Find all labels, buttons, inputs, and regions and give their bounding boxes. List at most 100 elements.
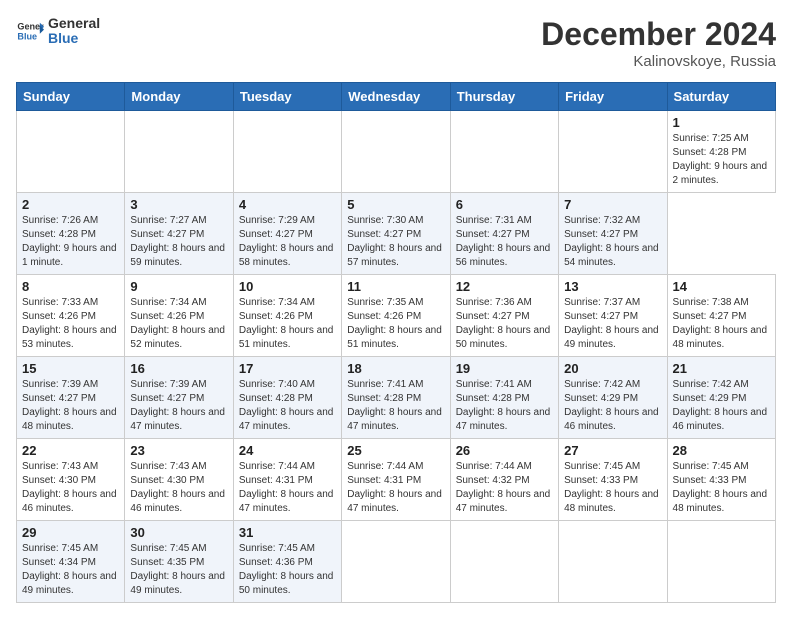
calendar-cell: 8 Sunrise: 7:33 AMSunset: 4:26 PMDaylight… (17, 275, 125, 357)
calendar-cell (17, 111, 125, 193)
month-title: December 2024 (541, 16, 776, 53)
day-number: 2 (22, 197, 119, 212)
calendar-cell: 13 Sunrise: 7:37 AMSunset: 4:27 PMDayligh… (559, 275, 667, 357)
calendar-cell: 31 Sunrise: 7:45 AMSunset: 4:36 PMDayligh… (233, 521, 341, 603)
day-info: Sunrise: 7:44 AMSunset: 4:31 PMDaylight:… (347, 460, 444, 516)
day-number: 16 (130, 361, 227, 376)
day-info: Sunrise: 7:37 AMSunset: 4:27 PMDaylight:… (564, 296, 661, 352)
day-number: 8 (22, 279, 119, 294)
calendar-cell: 1 Sunrise: 7:25 AMSunset: 4:28 PMDaylight… (667, 111, 775, 193)
day-number: 29 (22, 525, 119, 540)
calendar-table: SundayMondayTuesdayWednesdayThursdayFrid… (16, 82, 776, 603)
calendar-cell: 18 Sunrise: 7:41 AMSunset: 4:28 PMDayligh… (342, 357, 450, 439)
day-info: Sunrise: 7:45 AMSunset: 4:33 PMDaylight:… (673, 460, 770, 516)
day-number: 30 (130, 525, 227, 540)
day-info: Sunrise: 7:33 AMSunset: 4:26 PMDaylight:… (22, 296, 119, 352)
calendar-cell: 28Sunrise: 7:45 AMSunset: 4:33 PMDayligh… (667, 439, 775, 521)
day-info: Sunrise: 7:45 AMSunset: 4:33 PMDaylight:… (564, 460, 661, 516)
day-info: Sunrise: 7:25 AMSunset: 4:28 PMDaylight:… (673, 132, 770, 188)
day-number: 4 (239, 197, 336, 212)
calendar-week-row: 15 Sunrise: 7:39 AMSunset: 4:27 PMDayligh… (17, 357, 776, 439)
day-info: Sunrise: 7:42 AMSunset: 4:29 PMDaylight:… (564, 378, 661, 434)
calendar-cell: 21Sunrise: 7:42 AMSunset: 4:29 PMDayligh… (667, 357, 775, 439)
calendar-week-row: 22Sunrise: 7:43 AMSunset: 4:30 PMDayligh… (17, 439, 776, 521)
day-info: Sunrise: 7:44 AMSunset: 4:32 PMDaylight:… (456, 460, 553, 516)
day-number: 18 (347, 361, 444, 376)
day-info: Sunrise: 7:36 AMSunset: 4:27 PMDaylight:… (456, 296, 553, 352)
calendar-cell: 26Sunrise: 7:44 AMSunset: 4:32 PMDayligh… (450, 439, 558, 521)
calendar-cell: 16Sunrise: 7:39 AMSunset: 4:27 PMDayligh… (125, 357, 233, 439)
day-info: Sunrise: 7:45 AMSunset: 4:36 PMDaylight:… (239, 542, 336, 598)
day-number: 24 (239, 443, 336, 458)
day-info: Sunrise: 7:27 AMSunset: 4:27 PMDaylight:… (130, 214, 227, 270)
day-number: 5 (347, 197, 444, 212)
day-number: 9 (130, 279, 227, 294)
logo: General Blue General Blue (16, 16, 100, 47)
logo-line2: Blue (48, 31, 100, 46)
day-number: 13 (564, 279, 661, 294)
day-number: 10 (239, 279, 336, 294)
day-number: 7 (564, 197, 661, 212)
calendar-cell: 11Sunrise: 7:35 AMSunset: 4:26 PMDayligh… (342, 275, 450, 357)
weekday-header-cell: Monday (125, 83, 233, 111)
calendar-cell (125, 111, 233, 193)
calendar-body: 1 Sunrise: 7:25 AMSunset: 4:28 PMDaylight… (17, 111, 776, 603)
calendar-cell: 2 Sunrise: 7:26 AMSunset: 4:28 PMDaylight… (17, 193, 125, 275)
calendar-cell: 7Sunrise: 7:32 AMSunset: 4:27 PMDaylight… (559, 193, 667, 275)
day-info: Sunrise: 7:41 AMSunset: 4:28 PMDaylight:… (456, 378, 553, 434)
day-info: Sunrise: 7:39 AMSunset: 4:27 PMDaylight:… (22, 378, 119, 434)
day-number: 25 (347, 443, 444, 458)
day-number: 27 (564, 443, 661, 458)
calendar-cell: 14Sunrise: 7:38 AMSunset: 4:27 PMDayligh… (667, 275, 775, 357)
day-number: 21 (673, 361, 770, 376)
day-info: Sunrise: 7:26 AMSunset: 4:28 PMDaylight:… (22, 214, 119, 270)
day-number: 15 (22, 361, 119, 376)
calendar-cell: 9Sunrise: 7:34 AMSunset: 4:26 PMDaylight… (125, 275, 233, 357)
day-number: 1 (673, 115, 770, 130)
day-number: 19 (456, 361, 553, 376)
calendar-cell: 10Sunrise: 7:34 AMSunset: 4:26 PMDayligh… (233, 275, 341, 357)
day-number: 23 (130, 443, 227, 458)
day-info: Sunrise: 7:43 AMSunset: 4:30 PMDaylight:… (130, 460, 227, 516)
calendar-cell: 24Sunrise: 7:44 AMSunset: 4:31 PMDayligh… (233, 439, 341, 521)
calendar-cell (233, 111, 341, 193)
weekday-header-cell: Sunday (17, 83, 125, 111)
title-block: December 2024 Kalinovskoye, Russia (541, 16, 776, 70)
weekday-header-cell: Saturday (667, 83, 775, 111)
weekday-header-cell: Thursday (450, 83, 558, 111)
calendar-cell: 17 Sunrise: 7:40 AMSunset: 4:28 PMDayligh… (233, 357, 341, 439)
calendar-week-row: 1 Sunrise: 7:25 AMSunset: 4:28 PMDaylight… (17, 111, 776, 193)
calendar-cell: 4Sunrise: 7:29 AMSunset: 4:27 PMDaylight… (233, 193, 341, 275)
svg-text:Blue: Blue (17, 32, 37, 42)
calendar-cell: 5 Sunrise: 7:30 AMSunset: 4:27 PMDaylight… (342, 193, 450, 275)
day-info: Sunrise: 7:38 AMSunset: 4:27 PMDaylight:… (673, 296, 770, 352)
day-number: 31 (239, 525, 336, 540)
calendar-cell: 25 Sunrise: 7:44 AMSunset: 4:31 PMDayligh… (342, 439, 450, 521)
location-label: Kalinovskoye, Russia (541, 53, 776, 70)
calendar-cell: 23 Sunrise: 7:43 AMSunset: 4:30 PMDayligh… (125, 439, 233, 521)
day-info: Sunrise: 7:45 AMSunset: 4:35 PMDaylight:… (130, 542, 227, 598)
calendar-cell: 29Sunrise: 7:45 AMSunset: 4:34 PMDayligh… (17, 521, 125, 603)
day-info: Sunrise: 7:40 AMSunset: 4:28 PMDaylight:… (239, 378, 336, 434)
calendar-cell (342, 111, 450, 193)
day-info: Sunrise: 7:35 AMSunset: 4:26 PMDaylight:… (347, 296, 444, 352)
calendar-cell: 20 Sunrise: 7:42 AMSunset: 4:29 PMDayligh… (559, 357, 667, 439)
calendar-cell: 12 Sunrise: 7:36 AMSunset: 4:27 PMDayligh… (450, 275, 558, 357)
weekday-header-cell: Tuesday (233, 83, 341, 111)
calendar-week-row: 8 Sunrise: 7:33 AMSunset: 4:26 PMDaylight… (17, 275, 776, 357)
calendar-cell (450, 521, 558, 603)
weekday-header-cell: Wednesday (342, 83, 450, 111)
calendar-cell (450, 111, 558, 193)
calendar-week-row: 2 Sunrise: 7:26 AMSunset: 4:28 PMDaylight… (17, 193, 776, 275)
calendar-cell: 30 Sunrise: 7:45 AMSunset: 4:35 PMDayligh… (125, 521, 233, 603)
day-number: 6 (456, 197, 553, 212)
day-info: Sunrise: 7:41 AMSunset: 4:28 PMDaylight:… (347, 378, 444, 434)
day-number: 17 (239, 361, 336, 376)
day-number: 20 (564, 361, 661, 376)
logo-icon: General Blue (16, 17, 44, 45)
day-number: 12 (456, 279, 553, 294)
calendar-cell (559, 111, 667, 193)
day-info: Sunrise: 7:30 AMSunset: 4:27 PMDaylight:… (347, 214, 444, 270)
day-number: 3 (130, 197, 227, 212)
day-info: Sunrise: 7:31 AMSunset: 4:27 PMDaylight:… (456, 214, 553, 270)
